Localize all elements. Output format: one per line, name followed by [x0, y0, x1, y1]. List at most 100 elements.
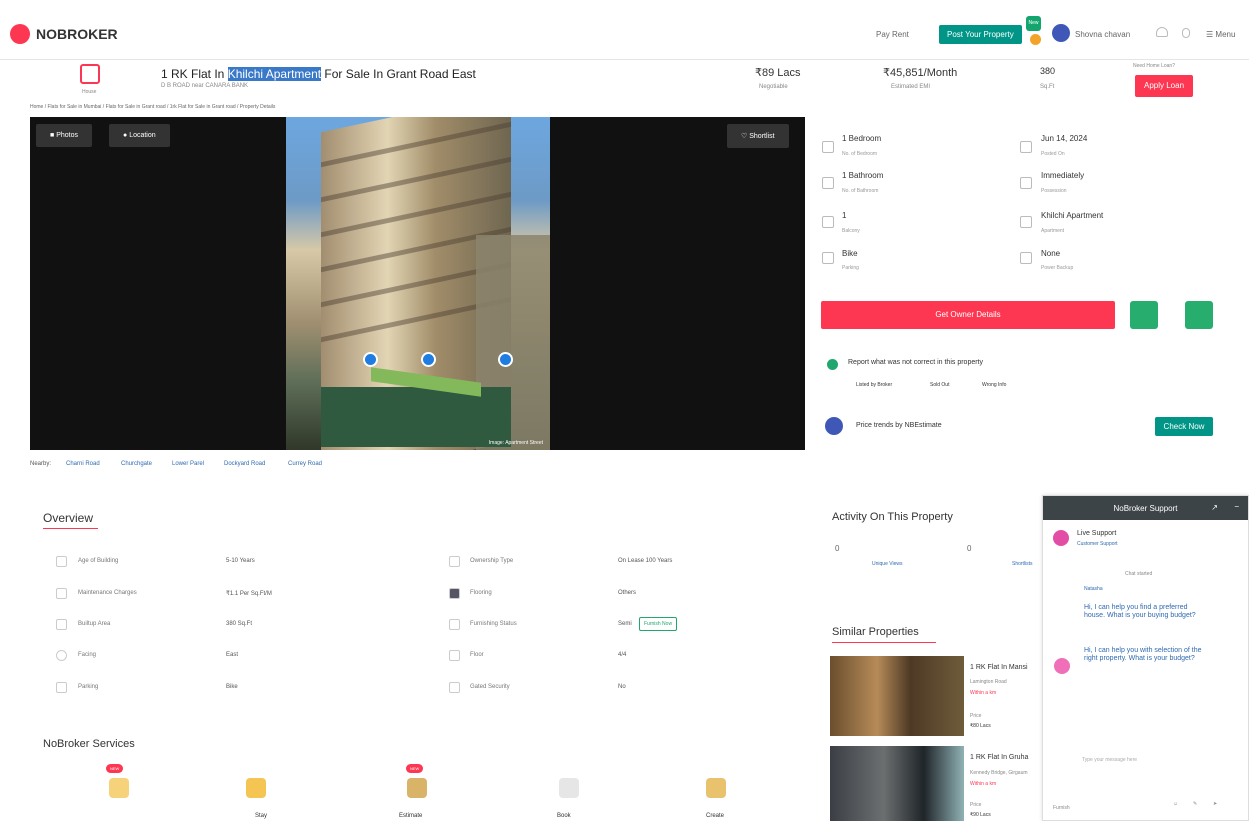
- service-icon[interactable]: [246, 778, 266, 798]
- overview-value: No: [618, 684, 626, 690]
- calendar-icon: [1020, 141, 1032, 153]
- heart-outline-icon: ♡: [741, 133, 750, 140]
- nearby-item[interactable]: Charni Road: [66, 461, 100, 467]
- minimize-icon[interactable]: −: [1234, 502, 1239, 511]
- services-title: NoBroker Services: [43, 738, 135, 750]
- heart-icon[interactable]: [1156, 27, 1168, 37]
- report-link[interactable]: Sold Out: [930, 382, 949, 388]
- agent-avatar: [1054, 658, 1070, 674]
- similar-property-title[interactable]: 1 RK Flat In Gruha: [970, 754, 1028, 761]
- overview-label: Parking: [78, 684, 99, 690]
- service-icon[interactable]: [407, 778, 427, 798]
- pay-rent-link[interactable]: Pay Rent: [876, 30, 909, 39]
- service-label[interactable]: Stay: [255, 813, 267, 819]
- service-label[interactable]: Book: [557, 813, 571, 819]
- chat-started: Chat started: [1125, 571, 1153, 577]
- similar-property-image[interactable]: [830, 746, 964, 821]
- service-icon[interactable]: [706, 778, 726, 798]
- overview-value: Semi: [618, 621, 632, 627]
- breadcrumb[interactable]: Home / Flats for Sale in Mumbai / Flats …: [30, 104, 275, 110]
- notification-icon[interactable]: [1030, 34, 1041, 45]
- detail-parking-sub: Parking: [842, 265, 859, 271]
- similar-price: ₹80 Lacs: [970, 723, 991, 729]
- overview-title: Overview: [43, 511, 94, 525]
- furnish-now-button[interactable]: Furnish Now: [639, 617, 678, 631]
- attach-icon[interactable]: ✎: [1193, 801, 1197, 807]
- apartment-icon: [1020, 216, 1032, 228]
- map-pin-icon[interactable]: [421, 352, 436, 367]
- emoji-icon[interactable]: ☺: [1173, 801, 1178, 807]
- service-label[interactable]: Create: [706, 813, 724, 819]
- map-pin-icon[interactable]: [363, 352, 378, 367]
- nearby-item[interactable]: Dockyard Road: [224, 461, 265, 467]
- overview-label: Gated Security: [470, 684, 510, 690]
- activity-title: Activity On This Property: [832, 511, 953, 523]
- map-pin-icon[interactable]: [498, 352, 513, 367]
- detail-apartment-sub: Apartment: [1041, 228, 1065, 234]
- nearby-label: Nearby:: [30, 461, 52, 467]
- get-owner-details-button[interactable]: Get Owner Details: [821, 301, 1115, 329]
- parking-overview-icon: [56, 682, 67, 693]
- nearby-item[interactable]: Lower Parel: [172, 461, 204, 467]
- support-chat-window[interactable]: NoBroker Support ↗ − Live Support Custom…: [1042, 495, 1249, 821]
- brand-logo[interactable]: NOBROKER: [10, 24, 118, 44]
- property-type: House: [82, 89, 97, 95]
- overview-value: 4/4: [618, 652, 627, 658]
- possession-icon: [1020, 177, 1032, 189]
- building-age-icon: [56, 556, 67, 567]
- detail-possession-sub: Possession: [1041, 188, 1067, 194]
- building-floor: [321, 156, 511, 203]
- service-label[interactable]: Estimate: [399, 813, 422, 819]
- location-button[interactable]: ● Location: [109, 124, 170, 147]
- overview-underline: [43, 528, 98, 529]
- post-property-button[interactable]: Post Your Property: [939, 25, 1022, 44]
- overview-value: On Lease 100 Years: [618, 558, 673, 564]
- building-floor: [321, 121, 511, 168]
- facing-icon: [56, 650, 67, 661]
- furnishing-icon: [449, 619, 460, 630]
- nearby-item[interactable]: Churchgate: [121, 461, 152, 467]
- service-icon[interactable]: [559, 778, 579, 798]
- detail-power: None: [1041, 249, 1061, 258]
- similar-price-label: Price: [970, 802, 982, 808]
- expand-icon[interactable]: ↗: [1211, 503, 1218, 512]
- calendar-action-icon[interactable]: [1130, 301, 1158, 329]
- overview-value: 380 Sq.Ft: [226, 621, 253, 627]
- service-icon[interactable]: [109, 778, 129, 798]
- chat-furnish-label: Furnish: [1053, 805, 1070, 811]
- report-link[interactable]: Listed by Broker: [856, 382, 892, 388]
- flooring-icon: [449, 588, 460, 599]
- nearby-item[interactable]: Currey Road: [288, 461, 322, 467]
- menu-button[interactable]: ☰ Menu: [1206, 30, 1235, 39]
- chat-input[interactable]: Type your message here: [1082, 757, 1137, 763]
- brand-icon: [10, 24, 30, 44]
- photos-button[interactable]: ■ Photos: [36, 124, 92, 147]
- bathroom-icon: [822, 177, 834, 189]
- property-photo[interactable]: Image: Apartment Street: [286, 117, 550, 450]
- detail-balcony-sub: Balcony: [842, 228, 860, 234]
- report-link[interactable]: Wrong Info: [982, 382, 1006, 388]
- property-address: D B ROAD near CANARA BANK: [161, 83, 249, 89]
- shortlist-button[interactable]: ♡ Shortlist: [727, 124, 789, 148]
- check-now-button[interactable]: Check Now: [1155, 417, 1213, 436]
- similar-property-image[interactable]: [830, 656, 964, 736]
- house-icon: [80, 64, 100, 84]
- chat-message: Hi, I can help you with selection of the…: [1084, 647, 1202, 662]
- apply-loan-button[interactable]: Apply Loan: [1135, 75, 1193, 97]
- views-count: 0: [835, 544, 840, 553]
- bell-icon[interactable]: [1182, 28, 1190, 38]
- similar-property-distance: Within a km: [970, 690, 997, 696]
- overview-label: Floor: [470, 652, 484, 658]
- chat-message: Hi, I can help you find a preferred hous…: [1084, 604, 1196, 619]
- similar-property-location: Kennedy Bridge, Girgaum: [970, 770, 1028, 776]
- user-name[interactable]: Shovna chavan: [1075, 30, 1130, 39]
- send-icon[interactable]: ➤: [1213, 801, 1217, 807]
- parking-icon: [822, 252, 834, 264]
- building-floor: [321, 191, 511, 238]
- similar-property-title[interactable]: 1 RK Flat In Mansi: [970, 664, 1028, 671]
- emi-note[interactable]: Estimated EMI: [891, 84, 930, 90]
- loan-question: Need Home Loan?: [1133, 63, 1175, 69]
- user-avatar[interactable]: [1052, 24, 1070, 42]
- new-badge: NEW: [106, 764, 124, 773]
- share-action-icon[interactable]: [1185, 301, 1213, 329]
